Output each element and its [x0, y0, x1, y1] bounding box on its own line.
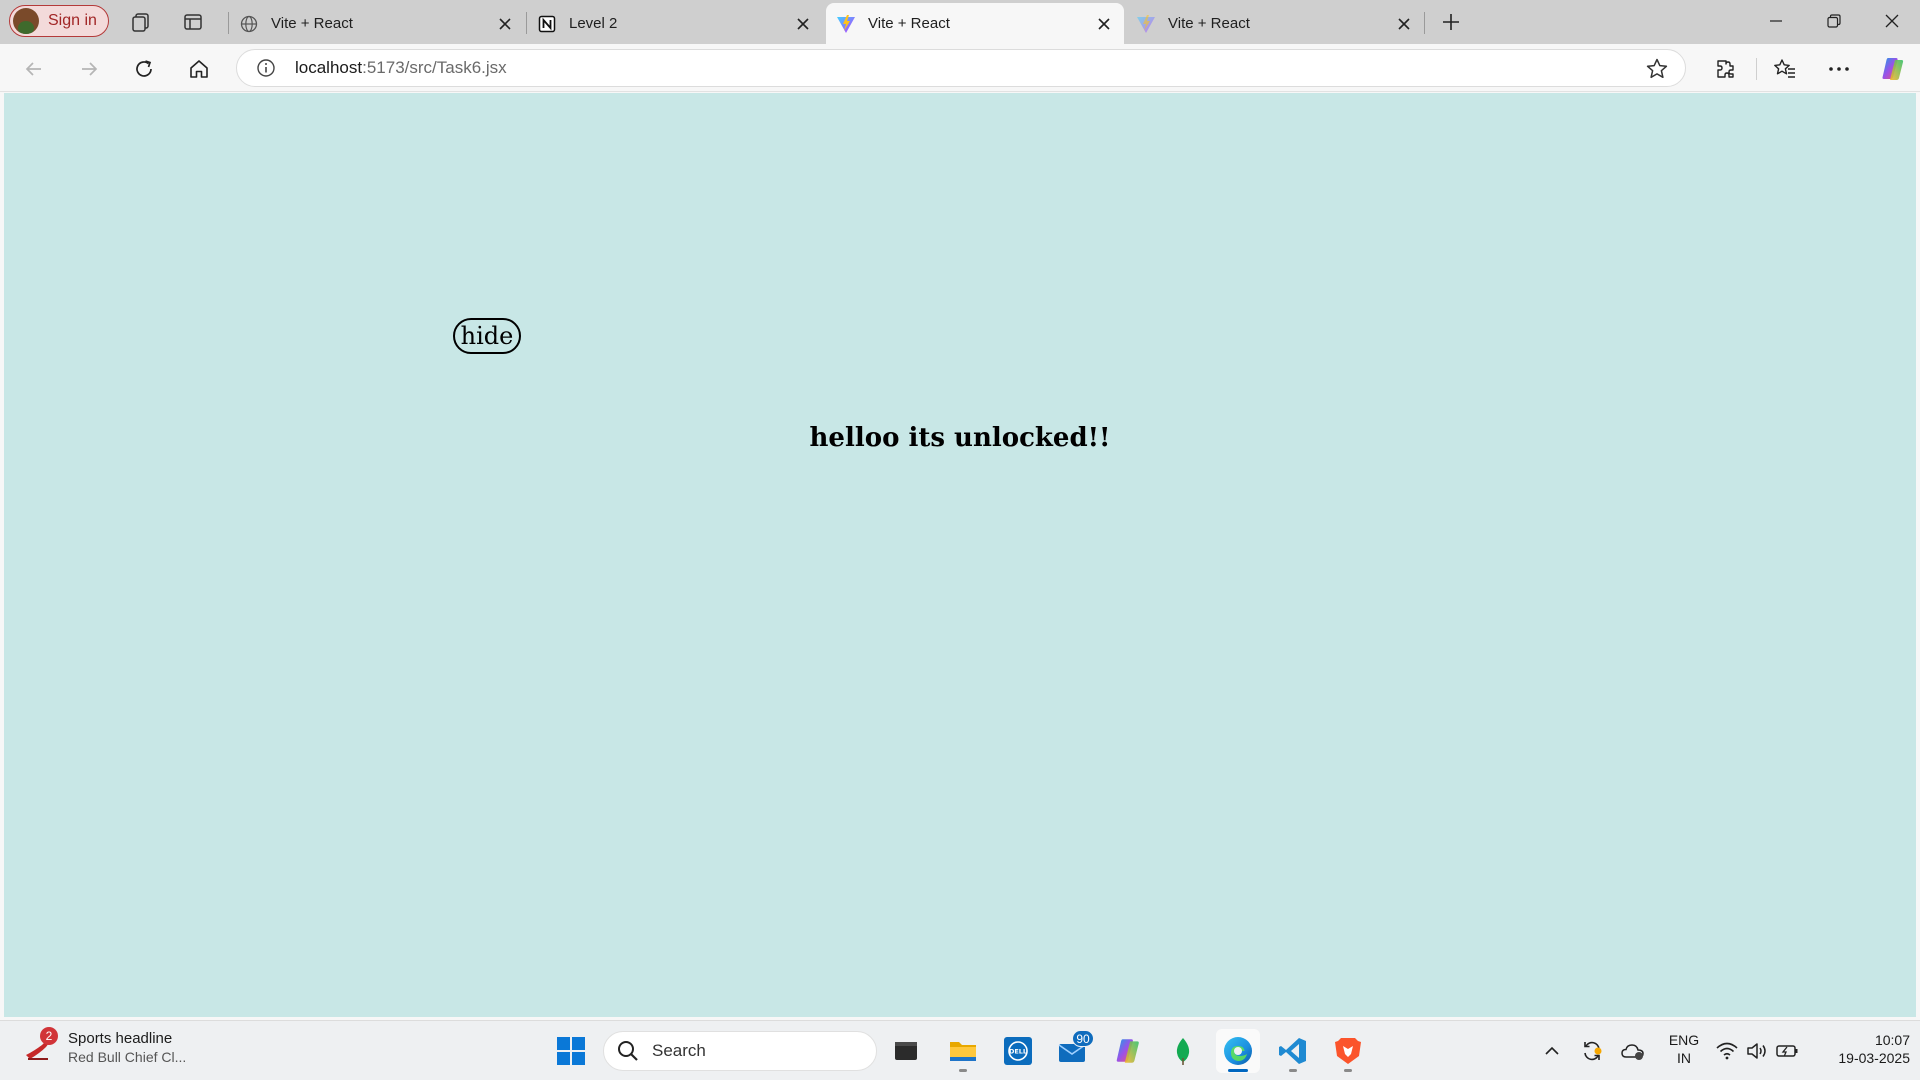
- workspaces-icon[interactable]: [128, 9, 154, 35]
- close-tab-icon[interactable]: [491, 10, 519, 38]
- edge-icon[interactable]: [1216, 1029, 1260, 1073]
- news-subline: Red Bull Chief Cl...: [68, 1048, 187, 1065]
- vite-icon: [836, 14, 856, 34]
- signin-label: Sign in: [48, 12, 97, 29]
- windows-taskbar: 2 Sports headline Red Bull Chief Cl... S…: [0, 1020, 1920, 1080]
- home-icon[interactable]: [183, 53, 215, 85]
- close-tab-icon[interactable]: [1090, 10, 1118, 38]
- url-path: :5173/src/Task6.jsx: [362, 58, 507, 77]
- back-icon[interactable]: [18, 53, 50, 85]
- site-info-icon[interactable]: [255, 57, 277, 79]
- taskbar-search-box[interactable]: Search: [603, 1031, 877, 1071]
- vertical-tabs-icon[interactable]: [180, 9, 206, 35]
- browser-toolbar: localhost:5173/src/Task6.jsx: [0, 44, 1920, 92]
- tab-vite-react-1[interactable]: Vite + React: [229, 3, 525, 44]
- search-icon: [616, 1039, 640, 1063]
- restore-icon[interactable]: [1806, 0, 1862, 42]
- close-window-icon[interactable]: [1864, 0, 1920, 42]
- url-host: localhost: [295, 58, 363, 77]
- new-tab-icon[interactable]: [1438, 9, 1464, 35]
- tab-title: Level 2: [569, 15, 618, 32]
- tab-separator: [1424, 12, 1425, 34]
- favorites-icon[interactable]: [1769, 53, 1801, 85]
- browser-titlebar: Sign in Vite + React Level 2 Vite + Reac…: [0, 0, 1920, 44]
- mongodb-icon[interactable]: [1161, 1029, 1205, 1073]
- news-headline: Sports headline: [68, 1029, 173, 1047]
- tab-vite-react-active[interactable]: Vite + React: [826, 3, 1124, 44]
- language-code: ENG: [1668, 1032, 1700, 1048]
- file-explorer-icon[interactable]: [941, 1029, 985, 1073]
- more-options-icon[interactable]: [1823, 53, 1855, 85]
- tab-vite-react-4[interactable]: Vite + React: [1126, 3, 1424, 44]
- copilot-icon[interactable]: [1877, 53, 1909, 85]
- sports-news-icon: 2: [24, 1027, 60, 1065]
- terminal-icon[interactable]: [884, 1029, 928, 1073]
- refresh-icon[interactable]: [128, 53, 160, 85]
- close-tab-icon[interactable]: [789, 10, 817, 38]
- region-code: IN: [1677, 1050, 1691, 1066]
- wifi-icon[interactable]: [1713, 1037, 1741, 1065]
- language-indicator[interactable]: ENG IN: [1666, 1031, 1702, 1067]
- profile-signin-button[interactable]: Sign in: [9, 5, 109, 37]
- sync-icon[interactable]: [1578, 1037, 1606, 1065]
- forward-icon[interactable]: [73, 53, 105, 85]
- windows-start-icon[interactable]: [549, 1029, 593, 1073]
- volume-icon[interactable]: [1743, 1037, 1771, 1065]
- brave-icon[interactable]: [1326, 1029, 1370, 1073]
- tab-level-2[interactable]: Level 2: [527, 3, 823, 44]
- search-placeholder: Search: [652, 1041, 706, 1060]
- profile-avatar: [13, 8, 39, 34]
- vscode-icon[interactable]: [1271, 1029, 1315, 1073]
- tab-title: Vite + React: [271, 15, 353, 32]
- close-tab-icon[interactable]: [1390, 10, 1418, 38]
- address-bar[interactable]: localhost:5173/src/Task6.jsx: [236, 49, 1686, 87]
- url-text[interactable]: localhost:5173/src/Task6.jsx: [295, 58, 507, 78]
- hide-button[interactable]: hide: [453, 318, 521, 354]
- chevron-up-icon[interactable]: [1538, 1037, 1566, 1065]
- favorite-star-icon[interactable]: [1645, 57, 1669, 81]
- minimize-icon[interactable]: [1748, 0, 1804, 42]
- clock-date: 19-03-2025: [1838, 1050, 1910, 1066]
- onedrive-icon[interactable]: [1619, 1037, 1647, 1065]
- notion-icon: [537, 14, 557, 34]
- svg-text:DELL: DELL: [1009, 1048, 1027, 1056]
- tab-title: Vite + React: [1168, 15, 1250, 32]
- news-widget[interactable]: 2 Sports headline Red Bull Chief Cl...: [24, 1027, 187, 1065]
- system-clock[interactable]: 10:07 19-03-2025: [1814, 1031, 1910, 1067]
- copilot-app-icon[interactable]: [1106, 1029, 1150, 1073]
- news-badge: 2: [40, 1027, 58, 1045]
- unlocked-message: helloo its unlocked!!: [809, 423, 1111, 453]
- clock-time: 10:07: [1874, 1032, 1910, 1048]
- mail-badge: 90: [1072, 1030, 1094, 1047]
- globe-icon: [239, 14, 259, 34]
- battery-icon[interactable]: [1773, 1037, 1801, 1065]
- mail-icon[interactable]: 90: [1051, 1029, 1095, 1073]
- vite-icon: [1136, 14, 1156, 34]
- extensions-icon[interactable]: [1709, 53, 1741, 85]
- dell-icon[interactable]: DELL: [996, 1029, 1040, 1073]
- tab-title: Vite + React: [868, 15, 950, 32]
- toolbar-separator: [1756, 58, 1757, 80]
- page-viewport: hide helloo its unlocked!!: [4, 93, 1916, 1017]
